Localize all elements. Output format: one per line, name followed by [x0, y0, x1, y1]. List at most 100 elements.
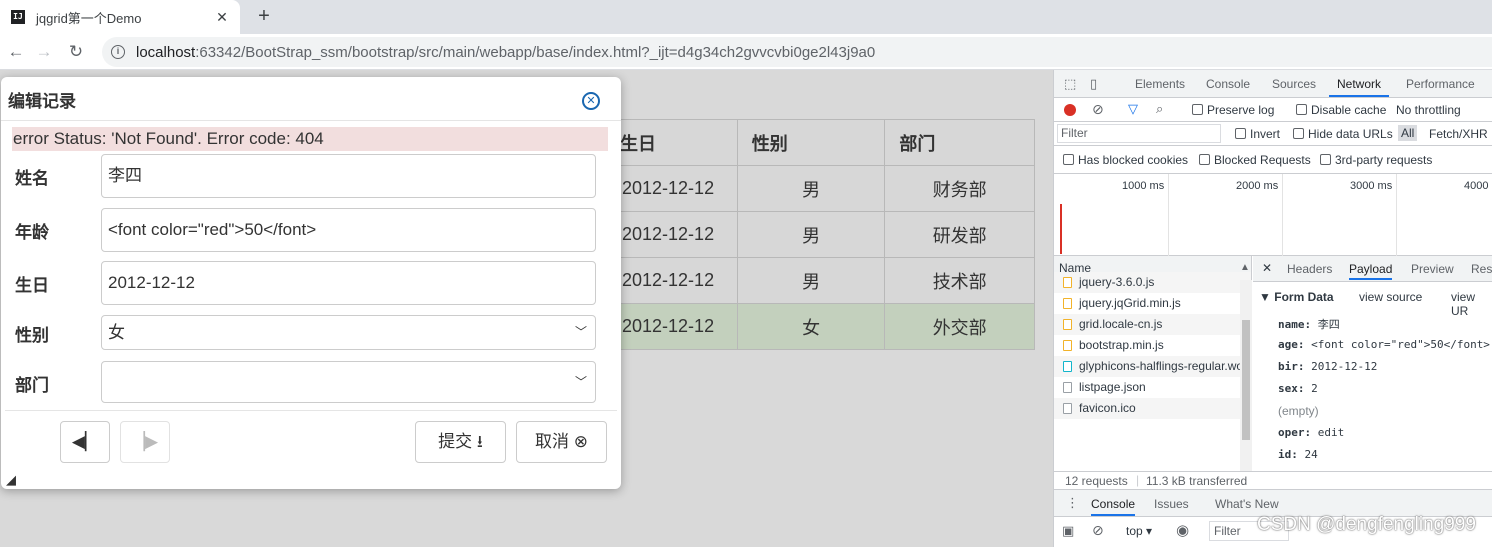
form-row-birthday: 生日 2012-12-12: [1, 261, 621, 305]
timeline-label: 3000 ms: [1350, 180, 1393, 192]
preserve-log-checkbox[interactable]: Preserve log: [1192, 103, 1274, 117]
request-detail-pane: ✕ Headers Payload Preview Resp ▼ Form Da…: [1253, 256, 1492, 471]
tab-performance[interactable]: Performance: [1406, 77, 1475, 91]
name-input[interactable]: 李四: [101, 154, 596, 198]
js-file-icon: [1063, 298, 1072, 309]
view-source-link[interactable]: view source: [1359, 290, 1422, 304]
request-list-body: jquery-3.6.0.js jquery.jqGrid.min.js gri…: [1054, 272, 1251, 463]
inspect-element-icon[interactable]: ⬚: [1064, 76, 1076, 92]
clear-icon[interactable]: ⊘: [1092, 101, 1104, 118]
clear-console-icon[interactable]: ⊘: [1092, 522, 1104, 539]
list-item[interactable]: glyphicons-halflings-regular.woff2: [1054, 356, 1251, 377]
prev-record-button[interactable]: ◀▏: [60, 421, 110, 463]
grid-cell: 男: [736, 257, 886, 304]
devtools-panel: ⬚ ▯ Elements Console Sources Network Per…: [1053, 70, 1492, 547]
list-item[interactable]: jquery-3.6.0.js: [1054, 272, 1251, 293]
address-bar[interactable]: i localhost:63342/BootStrap_ssm/bootstra…: [102, 37, 1492, 67]
next-record-button[interactable]: ▕▶: [120, 421, 170, 463]
form-data-toggle[interactable]: ▼ Form Data: [1259, 290, 1334, 304]
close-icon[interactable]: ✕: [1262, 261, 1272, 275]
payload-age: age: <font color="red">50</font>: [1278, 338, 1490, 351]
close-icon[interactable]: ✕: [582, 92, 600, 110]
drawer-tab-issues[interactable]: Issues: [1154, 497, 1189, 511]
reload-icon[interactable]: ↻: [64, 40, 88, 64]
birthday-input[interactable]: 2012-12-12: [101, 261, 596, 305]
tab-preview[interactable]: Preview: [1411, 262, 1454, 276]
more-vertical-icon[interactable]: ⋮: [1066, 495, 1079, 511]
filter-fetch-xhr-button[interactable]: Fetch/XHR: [1429, 127, 1488, 141]
throttling-select[interactable]: No throttling: [1396, 103, 1461, 117]
detail-tabbar: ✕ Headers Payload Preview Resp: [1253, 256, 1492, 282]
error-message: error Status: 'Not Found'. Error code: 4…: [12, 127, 608, 151]
third-party-checkbox[interactable]: 3rd-party requests: [1320, 153, 1432, 167]
network-timeline[interactable]: 1000 ms 2000 ms 3000 ms 4000: [1054, 174, 1492, 256]
gender-label: 性别: [15, 326, 49, 345]
table-row-selected[interactable]: 2012-12-12 女 外交部: [605, 303, 1035, 350]
tab-elements[interactable]: Elements: [1135, 77, 1185, 91]
payload-name: name: 李四: [1278, 318, 1340, 331]
table-row[interactable]: 2012-12-12 男 研发部: [605, 211, 1035, 258]
browser-tab-strip: IJ jqgrid第一个Demo ✕ +: [0, 0, 1492, 34]
list-item[interactable]: listpage.json: [1054, 377, 1251, 398]
record-icon[interactable]: [1064, 104, 1076, 116]
list-item[interactable]: grid.locale-cn.js: [1054, 314, 1251, 335]
skip-back-icon: ◀▏: [71, 432, 99, 451]
payload-bir: bir: 2012-12-12: [1278, 360, 1378, 373]
tab-close-icon[interactable]: ✕: [212, 9, 232, 26]
list-item[interactable]: jquery.jqGrid.min.js: [1054, 293, 1251, 314]
tab-payload[interactable]: Payload: [1349, 262, 1393, 280]
request-list-scrollbar[interactable]: [1240, 280, 1252, 471]
scrollbar-thumb[interactable]: [1242, 320, 1250, 440]
forward-arrow-icon[interactable]: →: [32, 40, 56, 64]
dialog-header[interactable]: 编辑记录 ✕: [1, 77, 621, 121]
grid-header-gender[interactable]: 性别: [736, 119, 886, 166]
view-url-encoded-link[interactable]: view UR: [1451, 290, 1492, 318]
gender-select[interactable]: 女 ﹀: [101, 315, 596, 350]
back-arrow-icon[interactable]: ←: [4, 40, 28, 64]
tab-network[interactable]: Network: [1328, 77, 1390, 97]
resize-handle-icon[interactable]: ◢: [6, 472, 16, 488]
hide-data-urls-checkbox[interactable]: Hide data URLs: [1293, 127, 1393, 141]
filter-all-button[interactable]: All: [1398, 125, 1418, 141]
timeline-label: 4000: [1464, 180, 1489, 192]
invert-checkbox[interactable]: Invert: [1235, 127, 1280, 141]
sidebar-toggle-icon[interactable]: ▣: [1062, 523, 1074, 539]
request-list: Name ▲ jquery-3.6.0.js jquery.jqGrid.min…: [1054, 256, 1252, 471]
skip-forward-icon: ▕▶: [131, 432, 159, 451]
drawer-tab-whats-new[interactable]: What's New: [1215, 497, 1279, 511]
filter-icon[interactable]: ▽: [1128, 101, 1138, 117]
disable-cache-checkbox[interactable]: Disable cache: [1296, 103, 1386, 117]
drawer-tab-console[interactable]: Console: [1091, 497, 1136, 516]
tab-console[interactable]: Console: [1206, 77, 1250, 91]
device-toolbar-icon[interactable]: ▯: [1090, 76, 1097, 92]
eye-icon[interactable]: ◉: [1176, 521, 1189, 539]
dialog-title: 编辑记录: [8, 92, 76, 111]
site-info-icon[interactable]: i: [111, 45, 125, 59]
tab-headers[interactable]: Headers: [1287, 262, 1332, 276]
context-select[interactable]: top ▾: [1126, 524, 1152, 538]
dept-select[interactable]: ﹀: [101, 361, 596, 403]
submit-button[interactable]: 提交 ⭳: [415, 421, 506, 463]
list-item[interactable]: favicon.ico: [1054, 398, 1251, 419]
cancel-button[interactable]: 取消 ⊗: [516, 421, 607, 463]
new-tab-button[interactable]: +: [252, 4, 276, 28]
name-label: 姓名: [15, 169, 49, 188]
search-icon[interactable]: ⌕: [1156, 101, 1163, 117]
font-file-icon: [1063, 361, 1072, 372]
has-blocked-cookies-checkbox[interactable]: Has blocked cookies: [1063, 153, 1188, 167]
table-row[interactable]: 2012-12-12 男 技术部: [605, 257, 1035, 304]
filter-input[interactable]: Filter: [1057, 124, 1221, 143]
transferred-size: 11.3 kB transferred: [1146, 474, 1248, 488]
browser-tab[interactable]: IJ jqgrid第一个Demo ✕: [0, 0, 240, 34]
blocked-requests-checkbox[interactable]: Blocked Requests: [1199, 153, 1311, 167]
timeline-label: 1000 ms: [1122, 180, 1165, 192]
list-item[interactable]: bootstrap.min.js: [1054, 335, 1251, 356]
tab-sources[interactable]: Sources: [1272, 77, 1316, 91]
table-row[interactable]: 2012-12-12 男 财务部: [605, 165, 1035, 212]
grid-header-birthday[interactable]: 生日: [605, 119, 738, 166]
age-input[interactable]: <font color="red">50</font>: [101, 208, 596, 252]
close-circle-icon: ⊗: [573, 432, 588, 451]
grid-header-dept[interactable]: 部门: [884, 119, 1035, 166]
js-file-icon: [1063, 340, 1072, 351]
tab-response[interactable]: Resp: [1471, 262, 1492, 276]
